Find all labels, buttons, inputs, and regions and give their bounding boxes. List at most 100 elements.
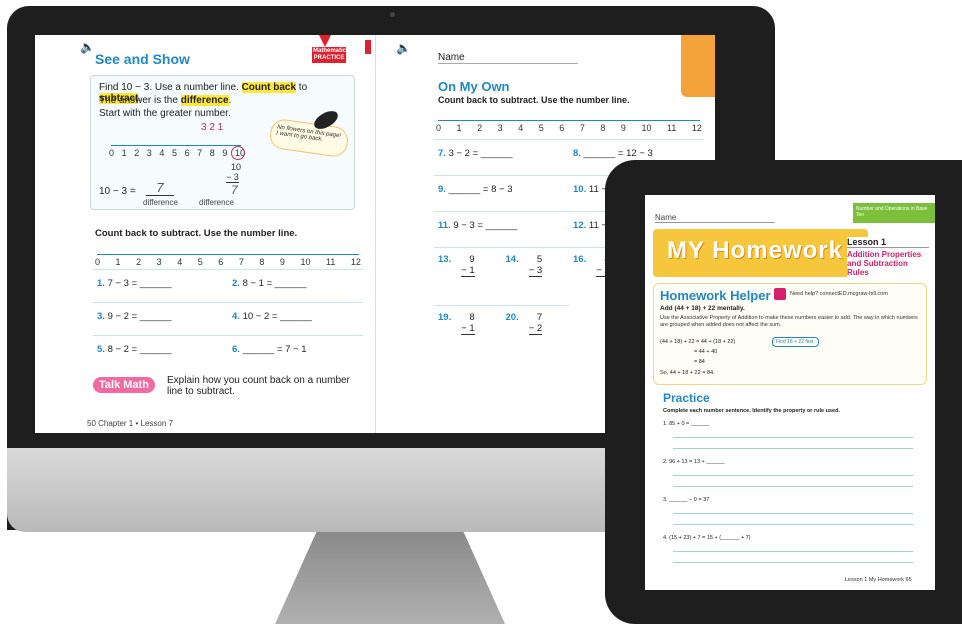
lesson-title: Addition Properties and Subtraction Rule… [847, 250, 922, 277]
vertical-problem[interactable]: 20. 7− 2 [501, 305, 569, 363]
vertical-problem[interactable]: 19. 8− 1 [434, 305, 502, 363]
vert-sub: − 3 [226, 172, 239, 183]
problem-text: ______ = 8 − 3 [448, 184, 513, 195]
vertical-problem[interactable]: 13. 9− 1 [434, 247, 502, 305]
number-line-3-ticks: 0 1 2 3 4 5 6 7 8 9 10 11 12 [436, 123, 702, 133]
practice-item[interactable]: 3. ______ − 0 = 37 [663, 497, 913, 535]
problem-cell[interactable]: 7. 3 − 2 = ______ [434, 139, 569, 175]
answer-line[interactable] [673, 524, 913, 525]
problem-number: 12. [573, 220, 589, 231]
number-line-3 [438, 107, 700, 121]
problem-text: 8 − 1 = ______ [242, 278, 307, 289]
practice-item[interactable]: 2. 96 + 13 = 13 + ______ [663, 459, 913, 497]
answer-line[interactable] [673, 448, 913, 449]
tick-label: 2 [134, 148, 140, 158]
speaker-icon[interactable]: 🔈 [396, 41, 411, 55]
problem-number: 5. [97, 344, 108, 355]
tick-label: 9 [222, 148, 228, 158]
problem-number: 8. [573, 148, 584, 159]
problem-number: 14. [505, 254, 519, 265]
problem-cell[interactable]: 5. 8 − 2 = ______ [93, 335, 228, 368]
problem-cell[interactable]: 4. 10 − 2 = ______ [228, 302, 363, 335]
tick-label: 1 [456, 123, 462, 133]
speaker-icon[interactable]: 🔈 [80, 40, 95, 54]
result: So, 44 + 18 + 22 = 84. [660, 370, 715, 376]
tick-label: 2 [477, 123, 483, 133]
tablet-name-field[interactable]: Name [655, 213, 775, 223]
tick-label: 7 [238, 257, 244, 267]
problem-text: 8 − 2 = ______ [107, 344, 172, 355]
chapter-tab[interactable] [681, 35, 715, 97]
problem-cell[interactable]: 3. 9 − 2 = ______ [93, 302, 228, 335]
lesson-box: Lesson 1 Addition Properties and Subtrac… [847, 237, 929, 285]
page-footer-left: 50 Chapter 1 • Lesson 7 [87, 419, 173, 428]
tick-label: 5 [197, 257, 203, 267]
step-3: = 84 [694, 359, 705, 365]
problem-text: 9 − 2 = ______ [107, 311, 172, 322]
intro-line-2: The answer is the difference. [99, 95, 232, 106]
answer-line[interactable]: 7 [146, 180, 174, 196]
arrow-down-icon [319, 35, 331, 47]
tick-label: 4 [177, 257, 183, 267]
vertical-top: 7 [536, 312, 543, 323]
answer-line[interactable] [673, 551, 913, 552]
problem-cell[interactable]: 1. 7 − 3 = ______ [93, 269, 228, 302]
tick-label: 6 [559, 123, 565, 133]
tick-label: 10 [300, 257, 311, 267]
problem-cell[interactable]: 11. 9 − 3 = ______ [434, 211, 569, 247]
problem-number: 11. [438, 220, 454, 231]
practice-instructions: Complete each number sentence. Identify … [663, 408, 840, 414]
problem-number: 7. [438, 148, 449, 159]
practice-item[interactable]: 1. 85 + 0 = ______ [663, 421, 913, 459]
talk-math-text: Explain how you count back on a number l… [167, 375, 350, 397]
vertical-expression: 5− 3 [528, 254, 543, 299]
practice-question: 4. (15 + 23) + 7 = 15 + (______ + 7) [663, 535, 751, 541]
vertical-top: 8 [469, 312, 475, 323]
problem-grid: 1. 7 − 3 = ______ 2. 8 − 1 = ______ 3. 9 −… [93, 269, 363, 369]
bookmark-icon[interactable] [365, 40, 371, 54]
vertical-bottom: − 2 [528, 323, 543, 335]
number-line-2-ticks: 0 1 2 3 4 5 6 7 8 9 10 11 12 [95, 257, 361, 267]
tick-label: 0 [436, 123, 442, 133]
vert-label: difference [199, 198, 234, 207]
vertical-top: 5 [536, 254, 543, 265]
left-page: 🔈 See and Show Mathematical PRACTICE Fin… [35, 35, 375, 433]
problem-text: 3 − 2 = ______ [448, 148, 513, 159]
problem-cell[interactable]: 9. ______ = 8 − 3 [434, 175, 569, 211]
practice-title: Practice [663, 391, 710, 405]
tick-label: 11 [667, 123, 677, 133]
answer-line[interactable] [673, 475, 913, 476]
vertical-bottom: − 1 [461, 323, 475, 335]
video-icon[interactable] [774, 288, 786, 300]
tablet-footer: Lesson 1 My Homework 65 [845, 577, 912, 583]
homework-helper-box: Homework Helper Need help? connectED.mcg… [653, 283, 927, 385]
homework-helper-title: Homework Helper [660, 288, 771, 303]
name-field[interactable]: Name [438, 52, 578, 64]
vert-answer: 7 [231, 183, 238, 197]
equation: 10 − 3 = [99, 186, 136, 197]
tick-label: 8 [209, 148, 215, 158]
practice-question: 2. 96 + 13 = 13 + ______ [663, 459, 725, 465]
answer-line[interactable] [673, 437, 913, 438]
tick-label: 8 [600, 123, 606, 133]
practice-item[interactable]: 4. (15 + 23) + 7 = 15 + (______ + 7) [663, 535, 913, 573]
answer-line[interactable] [673, 562, 913, 563]
answer-line[interactable] [673, 486, 913, 487]
problem-cell[interactable]: 2. 8 − 1 = ______ [228, 269, 363, 302]
problem-cell[interactable]: 6. ______ = 7 − 1 [228, 335, 363, 368]
vertical-expression: 8− 1 [461, 312, 475, 357]
example-explanation: Use the Associative Property of Addition… [660, 315, 918, 328]
practice-question: 1. 85 + 0 = ______ [663, 421, 710, 427]
vertical-bottom: − 3 [528, 265, 543, 277]
problem-number: 20. [505, 312, 519, 323]
answer-line[interactable] [673, 513, 913, 514]
vertical-problem[interactable]: 14. 5− 3 [501, 247, 569, 305]
monitor-stand [275, 532, 505, 624]
help-link[interactable]: Need help? connectED.mcgraw-hill.com [790, 291, 888, 297]
tick-label: 9 [620, 123, 626, 133]
tick-label: 2 [136, 257, 142, 267]
problem-number: 16. [573, 254, 587, 265]
tick-label: 12 [691, 123, 702, 133]
number-line-1 [111, 132, 241, 146]
problem-number: 19. [438, 312, 452, 323]
